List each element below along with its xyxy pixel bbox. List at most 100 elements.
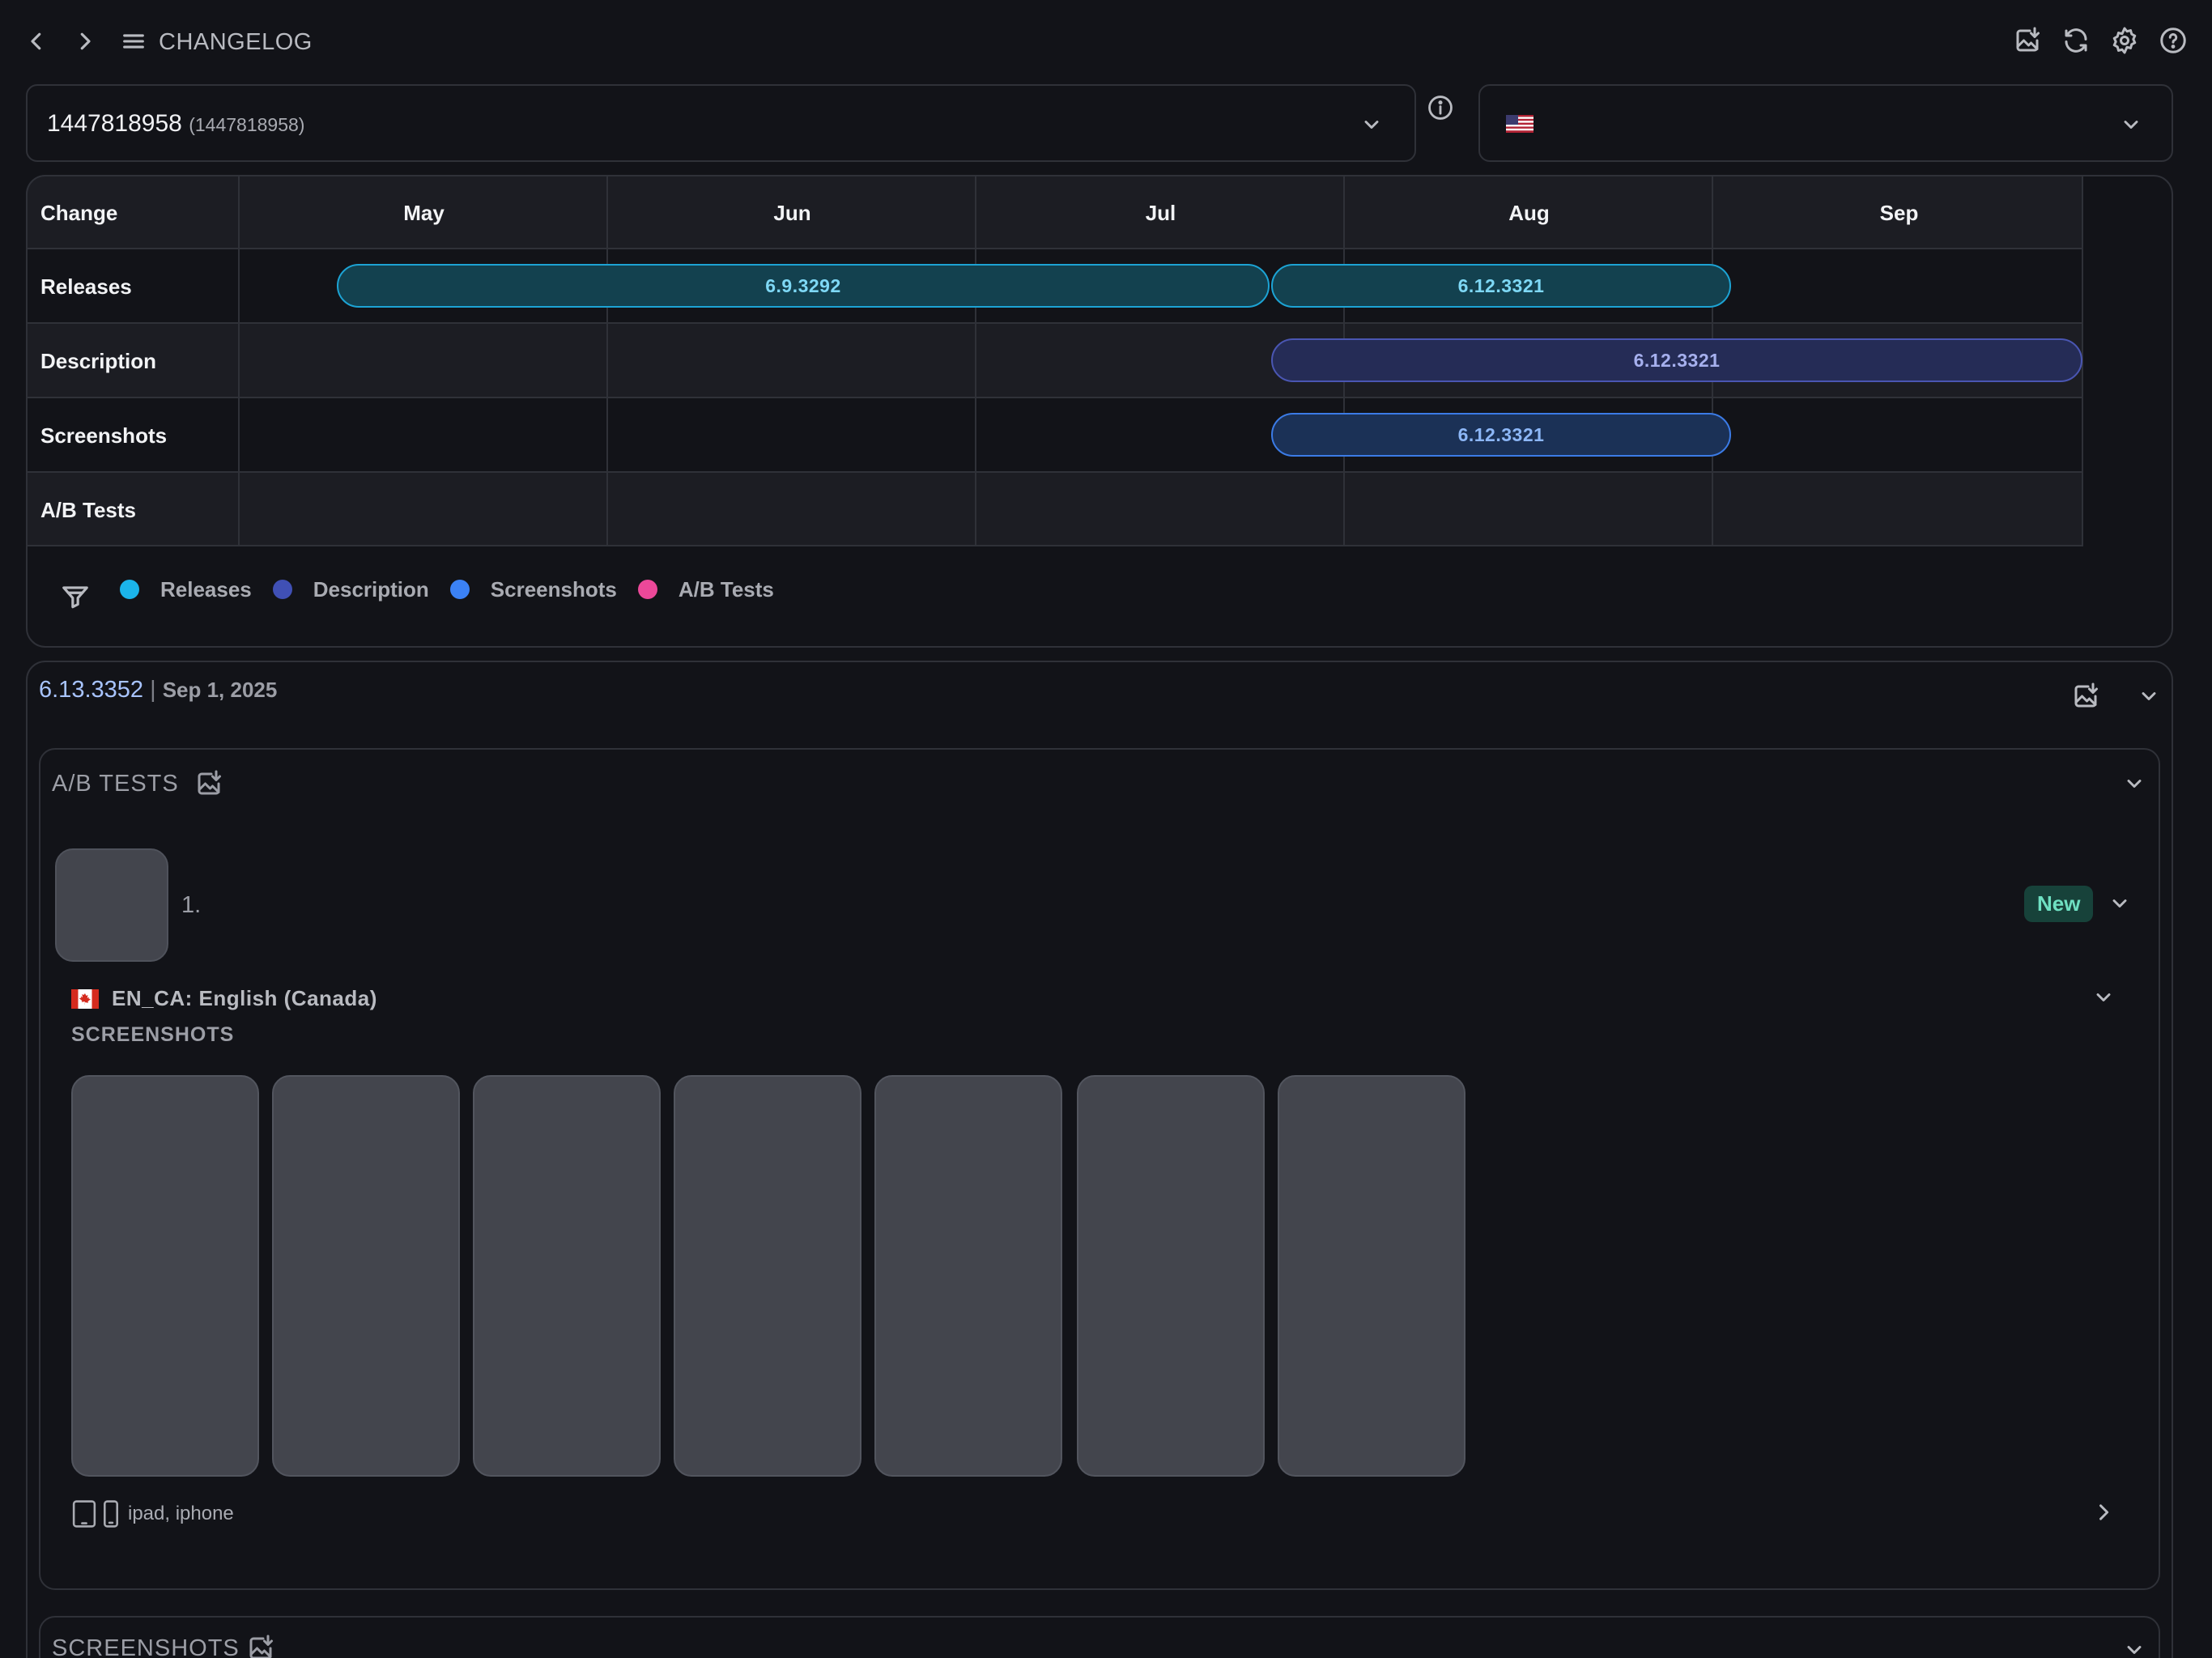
month-label: Jun — [773, 201, 811, 225]
timeline-header-row: Change May Jun Jul Aug Sep — [26, 175, 2083, 249]
locale-label: EN_CA: English (Canada) — [112, 986, 377, 1010]
month-label: Sep — [1879, 201, 1919, 225]
legend-dot — [120, 580, 139, 599]
legend-item-ab-tests[interactable]: A/B Tests — [637, 576, 774, 602]
device-details-button[interactable] — [2092, 1501, 2115, 1524]
release-bar[interactable]: 6.12.3321 — [1271, 264, 1731, 308]
screenshot-placeholder[interactable] — [473, 1075, 661, 1477]
device-list: ipad, iphone — [128, 1503, 234, 1524]
back-button[interactable] — [24, 29, 49, 53]
row-label: Releases — [40, 274, 132, 299]
month-label: Jul — [1145, 201, 1176, 225]
screenshot-placeholder[interactable] — [1278, 1075, 1465, 1477]
description-bar[interactable]: 6.12.3321 — [1271, 338, 2082, 382]
screenshot-placeholder[interactable] — [674, 1075, 861, 1477]
app-select-value: 1447818958 (1447818958) — [47, 110, 304, 138]
screenshots-export-button[interactable] — [246, 1634, 275, 1658]
grid-divider — [606, 175, 608, 546]
legend-label: Releases — [160, 576, 252, 602]
ab-tests-export-button[interactable] — [194, 769, 223, 798]
refresh-icon — [2065, 28, 2087, 53]
header-change-label: Change — [40, 201, 118, 225]
legend-label: Screenshots — [490, 576, 617, 602]
help-button[interactable] — [2159, 26, 2188, 55]
chevron-down-icon — [2124, 121, 2138, 129]
legend-item-screenshots[interactable]: Screenshots — [449, 576, 617, 602]
locale-collapse-button[interactable] — [2092, 986, 2115, 1009]
filter-icon — [62, 586, 88, 609]
chevron-down-icon — [2112, 899, 2127, 908]
hamburger-menu-icon — [123, 34, 144, 49]
image-download-icon — [198, 770, 221, 795]
timeline-row-ab-tests: A/B Tests — [26, 473, 2083, 546]
ab-test-number: 1. — [181, 892, 202, 918]
chevron-right-icon — [80, 32, 91, 50]
page-title: CHANGELOG — [159, 29, 313, 55]
legend-dot — [449, 580, 470, 599]
ab-test-expand-button[interactable] — [2108, 892, 2131, 915]
device-row: ipad, iphone — [71, 1499, 234, 1528]
screenshot-placeholder[interactable] — [71, 1075, 259, 1477]
month-label: May — [403, 201, 445, 225]
export-image-button[interactable] — [2013, 26, 2042, 55]
phone-icon — [104, 1500, 118, 1528]
screenshot-placeholder[interactable] — [272, 1075, 460, 1477]
locale-row[interactable]: EN_CA: English (Canada) — [71, 986, 377, 1011]
legend-item-description[interactable]: Description — [272, 576, 429, 602]
chevron-left-icon — [31, 32, 41, 50]
chevron-down-icon — [2127, 1646, 2142, 1654]
month-label: Aug — [1508, 201, 1550, 225]
ab-tests-title: A/B TESTS — [52, 771, 179, 797]
app-icon-placeholder — [55, 848, 168, 962]
release-date: Sep 1, 2025 — [162, 678, 278, 702]
app-id-secondary: (1447818958) — [189, 114, 305, 135]
image-download-icon — [249, 1635, 273, 1658]
grid-divider — [238, 175, 240, 546]
ab-tests-collapse-button[interactable] — [2123, 772, 2146, 795]
release-collapse-button[interactable] — [2138, 685, 2160, 708]
screenshots-label: SCREENSHOTS — [71, 1023, 235, 1046]
screenshots-collapse-button[interactable] — [2123, 1639, 2146, 1658]
status-badge: New — [2024, 886, 2094, 922]
timeline-grid: Change May Jun Jul Aug Sep Releases Desc… — [26, 175, 2083, 546]
country-select[interactable] — [1478, 84, 2173, 162]
settings-gear-icon — [2112, 27, 2137, 54]
release-version[interactable]: 6.13.3352 — [39, 677, 143, 703]
settings-button[interactable] — [2110, 26, 2139, 55]
legend-dot — [637, 580, 657, 599]
grid-divider — [975, 175, 976, 546]
menu-button[interactable] — [120, 28, 147, 55]
legend-item-releases[interactable]: Releases — [104, 577, 252, 602]
legend-label: Description — [313, 576, 429, 602]
refresh-button[interactable] — [2061, 26, 2091, 55]
release-bar[interactable]: 6.9.3292 — [337, 264, 1270, 308]
image-download-icon — [2016, 27, 2040, 52]
legend-dot — [272, 580, 292, 599]
forward-button[interactable] — [73, 29, 97, 53]
chevron-down-icon — [2096, 993, 2111, 1001]
chevron-down-icon — [2142, 692, 2156, 700]
row-label: Description — [40, 349, 157, 373]
screenshot-placeholder[interactable] — [874, 1075, 1062, 1477]
screenshot-placeholder[interactable] — [1077, 1075, 1265, 1477]
app-select[interactable]: 1447818958 (1447818958) — [26, 84, 1416, 162]
canada-flag-icon — [71, 988, 99, 1009]
timeline-row-screenshots: Screenshots — [26, 398, 2083, 473]
info-icon — [1428, 96, 1453, 120]
app-info-button[interactable] — [1427, 94, 1454, 121]
tablet-icon — [72, 1500, 96, 1528]
app-id: 1447818958 — [47, 110, 182, 137]
filter-button[interactable] — [60, 581, 91, 612]
help-circle-icon — [2160, 28, 2186, 53]
screenshots-card — [39, 1616, 2160, 1658]
chevron-down-icon — [1364, 121, 1379, 129]
legend-label: A/B Tests — [678, 576, 774, 602]
us-flag-icon — [1506, 115, 1534, 133]
separator: | — [150, 677, 156, 703]
image-download-icon — [2074, 682, 2098, 708]
chevron-down-icon — [2127, 780, 2142, 788]
release-export-button[interactable] — [2071, 682, 2100, 711]
screenshots-section-title: SCREENSHOTS — [52, 1635, 240, 1658]
screenshots-bar[interactable]: 6.12.3321 — [1271, 413, 1731, 457]
row-label: A/B Tests — [40, 498, 136, 522]
